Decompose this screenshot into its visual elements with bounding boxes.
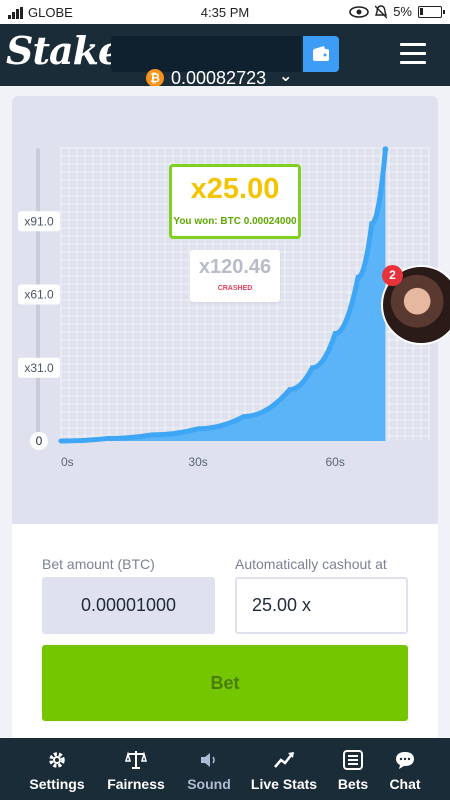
nav-sound[interactable]: Sound bbox=[180, 738, 238, 800]
y-tick-label: 0 bbox=[36, 434, 43, 448]
scales-icon bbox=[125, 751, 147, 769]
nav-bets-label: Bets bbox=[337, 776, 369, 792]
win-multiplier: x25.00 bbox=[190, 173, 280, 205]
y-tick-label: x61.0 bbox=[24, 288, 54, 302]
crash-popup: x120.46 CRASHED bbox=[190, 250, 280, 302]
curve-end-point bbox=[382, 146, 389, 153]
nav-chat[interactable]: Chat bbox=[382, 738, 428, 800]
bet-amount-label: Bet amount (BTC) bbox=[42, 556, 155, 572]
y-tick-label: x31.0 bbox=[24, 361, 54, 375]
win-amount: You won: BTC 0.00024000 bbox=[173, 216, 297, 227]
list-icon bbox=[343, 750, 363, 770]
bell-muted-icon bbox=[375, 4, 388, 18]
bitcoin-icon: ₿ bbox=[146, 69, 164, 87]
nav-settings[interactable]: Settings bbox=[22, 738, 92, 800]
app-header: Stake ₿ 0.00082723 ⌄ bbox=[0, 24, 450, 88]
bet-amount-input[interactable]: 0.00001000 bbox=[42, 577, 215, 634]
nav-settings-label: Settings bbox=[29, 776, 85, 792]
bet-controls: Bet amount (BTC) Automatically cashout a… bbox=[12, 524, 438, 738]
notification-badge: 2 bbox=[382, 265, 403, 286]
trend-line-icon bbox=[274, 752, 294, 768]
eye-icon bbox=[349, 5, 370, 18]
nav-live-stats[interactable]: Live Stats bbox=[246, 738, 322, 800]
main-content: 0 x31.0 x61.0 x91.0 0s 30s 60s x25.00 You won:… bbox=[0, 86, 450, 738]
speaker-icon bbox=[201, 753, 215, 767]
x-tick-label: 0s bbox=[61, 455, 74, 469]
y-tick-label: x91.0 bbox=[24, 214, 54, 228]
nav-fairness[interactable]: Fairness bbox=[100, 738, 172, 800]
nav-live-stats-label: Live Stats bbox=[250, 776, 318, 792]
stake-logo[interactable]: Stake bbox=[6, 28, 122, 73]
status-icons: 5% bbox=[349, 4, 445, 19]
win-popup: x25.00 You won: BTC 0.00024000 bbox=[169, 164, 301, 239]
nav-bets[interactable]: Bets bbox=[330, 738, 376, 800]
cashout-label: Automatically cashout at bbox=[235, 556, 387, 572]
crash-game-panel: 0 x31.0 x61.0 x91.0 0s 30s 60s x25.00 You won:… bbox=[12, 96, 438, 524]
balance-selector[interactable] bbox=[111, 36, 301, 72]
gear-icon bbox=[49, 752, 65, 768]
nav-sound-label: Sound bbox=[187, 776, 231, 792]
chat-bubble-icon bbox=[396, 752, 414, 769]
bet-button[interactable]: Bet bbox=[42, 645, 408, 721]
hamburger-menu-icon[interactable] bbox=[400, 43, 428, 67]
x-tick-label: 60s bbox=[325, 455, 344, 469]
x-tick-label: 30s bbox=[188, 455, 207, 469]
status-bar: GLOBE 4:35 PM 5% bbox=[0, 0, 450, 24]
nav-chat-label: Chat bbox=[389, 776, 421, 792]
nav-fairness-label: Fairness bbox=[107, 776, 165, 792]
auto-cashout-input[interactable]: 25.00 x bbox=[235, 577, 408, 634]
wallet-button[interactable] bbox=[303, 36, 339, 72]
battery-icon bbox=[418, 5, 445, 18]
crash-label: CRASHED bbox=[217, 285, 253, 292]
battery-percent: 5% bbox=[393, 4, 412, 19]
crash-multiplier: x120.46 bbox=[198, 256, 272, 278]
bottom-nav: Settings Fairness Sound Live Stats Bets … bbox=[0, 738, 450, 800]
wallet-icon bbox=[313, 46, 329, 61]
chevron-down-icon[interactable]: ⌄ bbox=[279, 66, 292, 86]
crash-chart: 0 x31.0 x61.0 x91.0 0s 30s 60s bbox=[18, 146, 430, 469]
